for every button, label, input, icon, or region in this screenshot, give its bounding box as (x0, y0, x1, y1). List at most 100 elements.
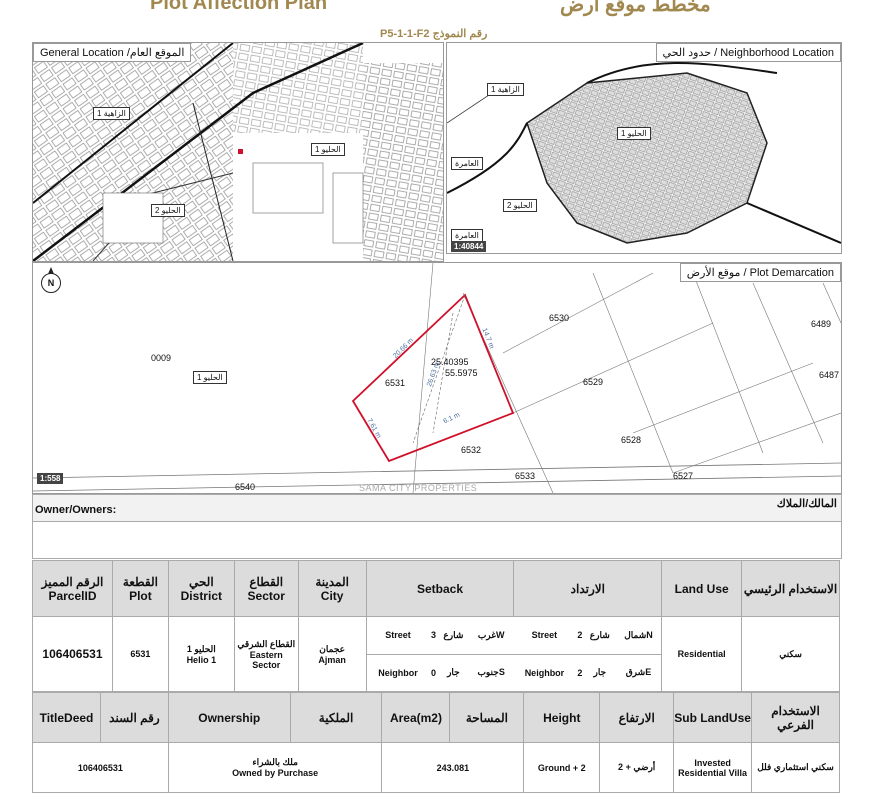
value-plot: 6531 (111, 616, 169, 692)
setback-n-value: 2 (577, 630, 583, 641)
nbh-tag-zahia: الزاهية 1 (487, 83, 524, 96)
owners-value-area (32, 521, 842, 559)
header-setback-ar: الارتداد (513, 560, 663, 617)
plot-6540: 6540 (235, 482, 256, 492)
value-ownership: ملك بالشراء Owned by Purchase (167, 742, 383, 793)
header-titledeed-ar: رقم السند (99, 692, 169, 743)
plot-6489: 6489 (811, 319, 832, 329)
header-height-en: Height (523, 692, 601, 743)
value-sublanduse-en: Invested Residential Villa (673, 742, 753, 793)
value-district: الحليو 1 Helio 1 (167, 616, 235, 692)
header-plot-en: Plot (129, 588, 152, 603)
plot-6532: 6532 (461, 445, 482, 455)
north-arrow-icon: N (41, 267, 61, 293)
general-location-map: General Location /الموقع العام الزاهية 1… (32, 42, 444, 262)
setback-w-value: 3 (430, 630, 436, 641)
plot-scale: 1:558 (37, 473, 64, 484)
header-district-en: District (180, 588, 222, 603)
header-sector: القطاع Sector (233, 560, 299, 617)
setback-w-dir: غربW (477, 629, 505, 640)
header-area-ar: المساحة (449, 692, 525, 743)
setback-n-type-en: Street (531, 630, 558, 641)
plot-6527: 6527 (673, 471, 694, 481)
header-plot-ar: القطعة (122, 574, 158, 589)
plot-6533: 6533 (515, 471, 536, 481)
plot-6531: 6531 (385, 378, 406, 388)
nbh-scale: 1:40844 (451, 241, 487, 252)
area-tag-zahia: الزاهية 1 (93, 107, 130, 120)
value-district-en: Helio 1 (186, 654, 217, 665)
value-ownership-ar: ملك بالشراء (252, 757, 298, 767)
nbh-tag-helio2: الحليو 2 (503, 199, 537, 212)
setback-n-type-ar: شارع (589, 629, 610, 640)
plot-demarcation-map: موقع الأرض / Plot Demarcation N الحليو 1… (32, 262, 842, 494)
setback-w-type-ar: شارع (443, 629, 464, 640)
header-parcelid-en: ParcelID (48, 588, 97, 603)
header-landuse-en: Land Use (661, 560, 743, 617)
setback-values: Street 3 شارع غربW Street 2 شارع شمالN N… (365, 616, 663, 692)
value-city-ar: عجمان (319, 643, 345, 654)
header-ownership-en: Ownership (167, 692, 291, 743)
plot-6530: 6530 (549, 313, 570, 323)
title-english: Plot Affection Plan (150, 0, 328, 14)
value-city-en: Ajman (318, 654, 346, 665)
setback-s-type-en: Neighbor (378, 667, 418, 678)
plot-0009: 0009 (151, 353, 172, 363)
plot-area-tag: الحليو 1 (193, 371, 227, 384)
value-sector-ar: القطاع الشرقي (237, 638, 296, 649)
nbh-tag-amra-1: العامرة (451, 157, 483, 170)
plot-6529: 6529 (583, 377, 604, 387)
setback-e-dir: شرقE (625, 667, 652, 678)
value-height-ar: أرضي + 2 (599, 742, 675, 793)
value-ownership-en: Owned by Purchase (232, 768, 319, 778)
value-city: عجمان Ajman (297, 616, 367, 692)
header-titledeed-en: TitleDeed (32, 692, 101, 743)
header-city-en: City (320, 588, 344, 603)
form-number: P5-1-1-F2 رقم النموذج (380, 28, 488, 40)
area-tag-helio1: الحليو 1 (311, 143, 345, 156)
header-city: المدينة City (297, 560, 367, 617)
header-landuse-ar: الاستخدام الرئيسي (741, 560, 840, 617)
header-parcelid-ar: الرقم المميز (41, 574, 104, 589)
setback-w-type-en: Street (385, 630, 411, 641)
header-district: الحي District (167, 560, 235, 617)
header-sector-ar: القطاع (249, 574, 284, 589)
owners-label-ar: المالك/الملاك (776, 498, 837, 510)
setback-e-type-ar: جار (593, 667, 607, 678)
area-tag-helio2: الحليو 2 (151, 204, 185, 217)
title-deed-table: TitleDeed رقم السند Ownership الملكية Ar… (32, 692, 840, 793)
header-ownership-ar: الملكية (289, 692, 383, 743)
parcel-info-table: الرقم المميز ParcelID القطعة Plot الحي Dist… (32, 560, 840, 692)
header-parcelid: الرقم المميز ParcelID (32, 560, 113, 617)
value-sector: القطاع الشرقي Eastern Sector (233, 616, 299, 692)
neighborhood-map-graphic (447, 62, 841, 244)
setback-table: Street 3 شارع غربW Street 2 شارع شمالN N… (367, 618, 661, 691)
header-height-ar: الارتفاع (599, 692, 675, 743)
general-map-graphic (33, 43, 443, 261)
neighborhood-location-label: حدود الحي / Neighborhood Location (655, 43, 841, 62)
header-plot: القطعة Plot (111, 560, 169, 617)
header-area-en: Area(m2) (381, 692, 451, 743)
owners-row: Owner/Owners: المالك/الملاك (32, 494, 842, 522)
plot-6528: 6528 (621, 435, 642, 445)
general-location-label: General Location /الموقع العام (33, 43, 192, 62)
nbh-tag-helio1: الحليو 1 (617, 127, 651, 140)
coord-lon: 55.5975 (445, 368, 478, 378)
value-titledeed: 106406531 (32, 742, 169, 793)
plot-demarcation-label: موقع الأرض / Plot Demarcation (679, 263, 841, 282)
setback-e-value: 2 (577, 667, 583, 678)
value-landuse-en: Residential (661, 616, 743, 692)
value-area: 243.081 (381, 742, 525, 793)
header-city-ar: المدينة (315, 574, 349, 589)
plot-map-graphic (33, 263, 841, 493)
neighborhood-location-map: حدود الحي / Neighborhood Location الزاهي… (446, 42, 842, 254)
setback-s-value: 0 (430, 667, 436, 678)
owners-label-en: Owner/Owners: (35, 504, 117, 516)
setback-s-type-ar: جار (447, 667, 460, 678)
value-height-en: Ground + 2 (523, 742, 601, 793)
header-sector-en: Sector (247, 588, 285, 603)
title-arabic: مخطط موقع ارض (560, 0, 711, 16)
header-sublanduse-en: Sub LandUse (673, 692, 753, 743)
setback-e-type-en: Neighbor (524, 667, 565, 678)
value-sublanduse-ar: سكني استثماري فلل (751, 742, 840, 793)
